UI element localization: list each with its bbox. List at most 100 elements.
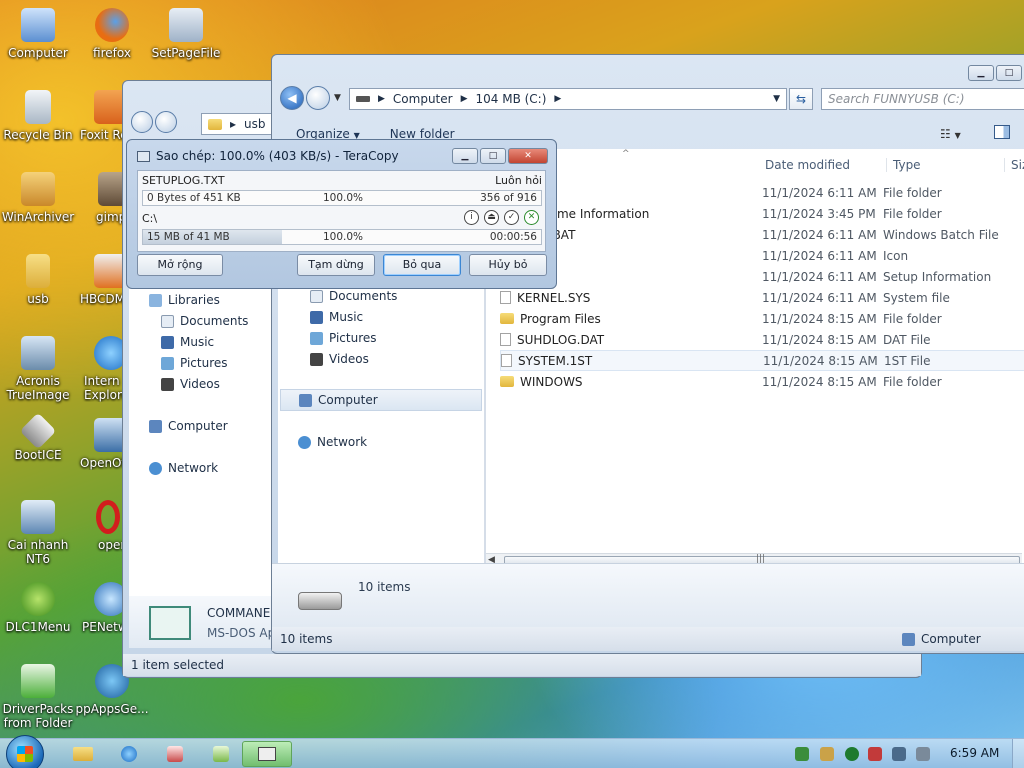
desktop-icon-winarchiver[interactable]: WinArchiver: [0, 172, 76, 224]
desktop-icon-acronis[interactable]: Acronis TrueImage: [0, 336, 76, 402]
column-header-date[interactable]: Date modified: [765, 158, 850, 172]
nav-documents[interactable]: Documents: [161, 314, 248, 328]
file-row[interactable]: n.inf11/1/2024 6:11 AMSetup Information: [500, 266, 1023, 287]
nav-computer[interactable]: Computer: [149, 419, 228, 433]
file-date: 11/1/2024 6:11 AM: [762, 269, 877, 284]
forward-button[interactable]: [306, 86, 330, 110]
desktop-icon-dlc[interactable]: DLC1Menu: [0, 582, 76, 634]
desktop-icon-recycle-bin[interactable]: Recycle Bin: [0, 90, 76, 142]
desktop-icon-installer[interactable]: Cai nhanh NT6: [0, 500, 76, 566]
taskbar-app-2[interactable]: [150, 741, 200, 767]
nav-libraries[interactable]: Libraries: [149, 293, 220, 307]
address-bar[interactable]: ▶ Computer ▶ 104 MB (C:) ▶ ▼: [349, 88, 787, 110]
expand-button[interactable]: Mở rộng: [137, 254, 223, 276]
nav-music[interactable]: Music: [161, 335, 214, 349]
tray-volume-muted-icon[interactable]: [916, 747, 930, 761]
cancel-button[interactable]: Hủy bỏ: [469, 254, 547, 276]
file-row[interactable]: SYSTEM.1ST 11/1/2024 8:15 AM 1ST File: [500, 350, 1024, 371]
ie-icon: [121, 746, 137, 762]
driverpacks-icon: [21, 664, 55, 698]
skip-button[interactable]: Bỏ qua: [383, 254, 461, 276]
nav-computer-selected[interactable]: Computer: [280, 389, 482, 411]
videos-icon: [310, 352, 323, 366]
back-button[interactable]: [131, 111, 153, 133]
pause-button[interactable]: Tạm dừng: [297, 254, 375, 276]
file-row[interactable]: E11/1/2024 6:11 AMFile folder: [500, 182, 1023, 203]
desktop-icon-firefox[interactable]: firefox: [74, 8, 150, 60]
documents-icon: [161, 314, 174, 328]
nav-network[interactable]: Network: [149, 461, 218, 475]
column-header-type[interactable]: Type: [886, 158, 921, 172]
desktop-icon-opera[interactable]: oper: [74, 500, 124, 552]
nav-videos[interactable]: Videos: [310, 352, 369, 366]
taskbar-app-3[interactable]: [196, 741, 246, 767]
nav-documents[interactable]: Documents: [310, 289, 397, 303]
tray-play-icon[interactable]: [845, 747, 859, 761]
search-placeholder: Search FUNNYUSB (C:): [828, 92, 965, 106]
desktop-icon-computer[interactable]: Computer: [0, 8, 76, 60]
taskbar-ie[interactable]: [104, 741, 154, 767]
desktop-icon-openoffice[interactable]: OpenOf: [74, 418, 124, 470]
history-dropdown-icon[interactable]: ▼: [334, 93, 341, 103]
desktop-icon-penetwork[interactable]: PENetw: [74, 582, 128, 634]
network-icon: [167, 746, 183, 762]
desktop-icon-hbcd[interactable]: HBCDM: [74, 254, 128, 306]
info-icon[interactable]: i: [464, 210, 479, 225]
nav-pictures[interactable]: Pictures: [310, 331, 377, 345]
tray-stack-icon[interactable]: [820, 747, 834, 761]
address-dropdown-icon[interactable]: ▼: [773, 94, 780, 104]
folder-icon: [500, 313, 514, 324]
teracopy-dialog[interactable]: Sao chép: 100.0% (403 KB/s) - TeraCopy ▁…: [126, 139, 557, 289]
forward-button[interactable]: [155, 111, 177, 133]
overwrite-mode-selector[interactable]: Luôn hỏi: [495, 174, 542, 187]
column-header-size[interactable]: Size: [1004, 158, 1024, 172]
maximize-button[interactable]: □: [996, 65, 1022, 81]
show-desktop-button[interactable]: [1012, 739, 1024, 768]
desktop-icon-usb[interactable]: usb: [0, 254, 76, 306]
desktop-icon-ie[interactable]: Intern Explore: [74, 336, 124, 402]
eject-icon[interactable]: ⏏: [484, 210, 499, 225]
preview-pane-icon[interactable]: [994, 125, 1010, 139]
desktop-icon-bootice[interactable]: BootICE: [0, 412, 76, 462]
nav-music[interactable]: Music: [310, 310, 363, 324]
folder-icon: [500, 376, 514, 387]
file-row[interactable]: EXEC.BAT11/1/2024 6:11 AMWindows Batch F…: [500, 224, 1023, 245]
maximize-button[interactable]: □: [480, 148, 506, 164]
videos-icon: [161, 377, 174, 391]
taskbar-explorer[interactable]: [58, 741, 108, 767]
desktop-icon-foxit[interactable]: Foxit Re: [74, 90, 124, 142]
tray-network-icon[interactable]: [795, 747, 809, 761]
file-row[interactable]: n Volume Information 11/1/2024 3:45 PM Fil…: [500, 203, 1023, 224]
file-row[interactable]: Program Files 11/1/2024 8:15 AM File folde…: [500, 308, 1023, 329]
file-row[interactable]: n.ico11/1/2024 6:11 AMIcon: [500, 245, 1023, 266]
file-row[interactable]: KERNEL.SYS 11/1/2024 6:11 AM System file: [500, 287, 1023, 308]
refresh-button[interactable]: ⇆: [789, 88, 813, 110]
tray-flag-icon[interactable]: [868, 747, 882, 761]
taskbar-clock[interactable]: 6:59 AM: [950, 746, 999, 760]
nav-pictures[interactable]: Pictures: [161, 356, 228, 370]
file-row[interactable]: WINDOWS 11/1/2024 8:15 AM File folder: [500, 371, 1023, 392]
file-icon: [501, 354, 512, 367]
minimize-button[interactable]: ▁: [452, 148, 478, 164]
foxit-icon: [94, 90, 124, 124]
view-options-button[interactable]: ☷ ▼: [940, 127, 961, 141]
file-row[interactable]: SUHDLOG.DAT 11/1/2024 8:15 AM DAT File: [500, 329, 1023, 350]
bootice-icon: [19, 412, 57, 450]
cancel-circle-icon[interactable]: ✕: [524, 210, 539, 225]
desktop-icon-gimp[interactable]: gimp: [74, 172, 132, 224]
desktop-icon-setpagefile[interactable]: SetPageFile: [148, 8, 224, 60]
computer-icon: [299, 393, 312, 407]
start-button[interactable]: [6, 735, 44, 768]
desktop-icon-driverpacks[interactable]: DriverPacks from Folder: [0, 664, 76, 730]
tray-monitor-icon[interactable]: [892, 747, 906, 761]
teracopy-title: Sao chép: 100.0% (403 KB/s) - TeraCopy: [137, 149, 399, 163]
teracopy-icon: [137, 150, 150, 162]
close-button[interactable]: ✕: [508, 148, 548, 164]
back-button[interactable]: ◀: [280, 86, 304, 110]
search-input[interactable]: Search FUNNYUSB (C:): [821, 88, 1024, 110]
taskbar-teracopy-active[interactable]: [242, 741, 292, 767]
minimize-button[interactable]: ▁: [968, 65, 994, 81]
nav-videos[interactable]: Videos: [161, 377, 220, 391]
verify-icon[interactable]: ✓: [504, 210, 519, 225]
nav-network[interactable]: Network: [298, 435, 367, 449]
